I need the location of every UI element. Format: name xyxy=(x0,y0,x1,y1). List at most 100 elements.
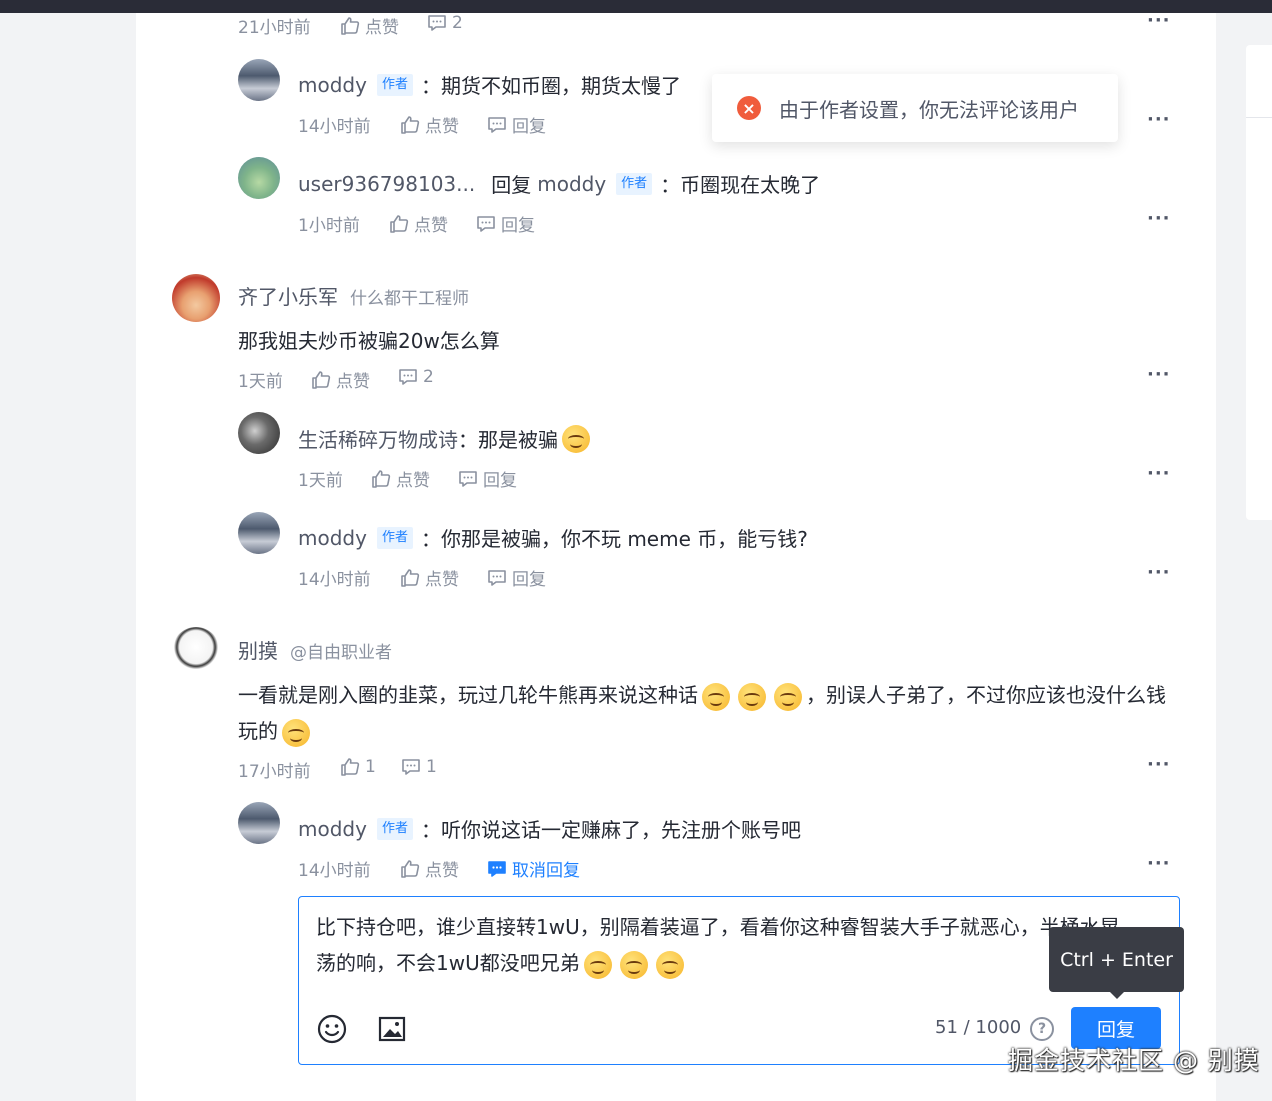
more-options-button[interactable]: ··· xyxy=(1147,208,1171,229)
error-toast: × 由于作者设置，你无法评论该用户 xyxy=(712,74,1118,142)
more-options-button[interactable]: ··· xyxy=(1147,364,1171,385)
comment-text: 那我姐夫炒币被骗20w怎么算 xyxy=(238,329,500,353)
reply-time: 14小时前 xyxy=(298,570,371,590)
comment-filled-icon xyxy=(488,860,506,877)
more-options-button[interactable]: ··· xyxy=(1147,463,1171,484)
reply-button[interactable]: 回复 xyxy=(487,565,546,590)
top-bar xyxy=(0,0,1272,13)
like-button[interactable]: 点赞 xyxy=(389,211,448,236)
author-badge: 作者 xyxy=(376,817,413,840)
comment-text: 一看就是刚入圈的韭菜，玩过几轮牛熊再来说这种话 ，别误人子弟了，不过你应该也没什么… xyxy=(238,677,1178,749)
username[interactable]: 齐了小乐军 xyxy=(238,281,338,310)
comment-header: 齐了小乐军 什么都干工程师 xyxy=(238,281,469,310)
reply-text: ：你那是被骗，你不玩 meme 币，能亏钱? xyxy=(420,527,808,551)
reply-input[interactable]: 比下持仓吧，谁少直接转1wU，别隔着装逼了，看着你这种睿智装大手子就恶心，半桶水… xyxy=(316,909,1166,981)
username[interactable]: moddy xyxy=(298,817,367,841)
username[interactable]: 生活稀碎万物成诗 xyxy=(298,424,458,453)
more-options-button[interactable]: ··· xyxy=(1147,562,1171,583)
comment-icon xyxy=(428,15,446,31)
thumbs-up-icon xyxy=(341,16,360,35)
like-button[interactable]: 点赞 xyxy=(400,565,459,590)
reply-text: ：听你说这话一定赚麻了，先注册个账号吧 xyxy=(420,818,801,842)
like-button[interactable]: 点赞 xyxy=(311,367,370,392)
avatar[interactable] xyxy=(238,157,280,199)
like-label: 点赞 xyxy=(425,861,459,881)
reply-content: user936798103... 回复 moddy 作者 ：币圈现在太晚了 xyxy=(298,169,820,198)
reply-text: ：期货不如币圈，期货太慢了 xyxy=(420,74,681,98)
comment-text-part: ，别误人子弟了，不过你应该也没什 xyxy=(806,683,1126,707)
reply-to-username[interactable]: moddy xyxy=(537,172,606,196)
author-badge: 作者 xyxy=(376,73,413,96)
avatar[interactable] xyxy=(238,512,280,554)
emoji-picker-button[interactable] xyxy=(316,1013,348,1045)
reply-button[interactable]: 回复 xyxy=(487,112,546,137)
watermark: 掘金技术社区 @ 别摸 xyxy=(1008,1046,1260,1075)
comment-time: 1天前 xyxy=(238,372,283,392)
more-options-button[interactable]: ··· xyxy=(1147,754,1171,775)
comment-icon xyxy=(488,569,506,586)
right-sidebar-card xyxy=(1246,45,1272,520)
comment-icon xyxy=(402,759,420,775)
help-icon[interactable]: ? xyxy=(1030,1017,1054,1041)
avatar[interactable] xyxy=(172,274,220,322)
username[interactable]: moddy xyxy=(298,526,367,550)
comment-header: 别摸 @自由职业者 xyxy=(238,635,392,664)
like-label: 点赞 xyxy=(336,372,370,392)
like-button[interactable]: 点赞 xyxy=(340,13,399,38)
user-title: 什么都干工程师 xyxy=(350,289,469,309)
like-label: 点赞 xyxy=(365,18,399,38)
like-button[interactable]: 点赞 xyxy=(400,112,459,137)
smile-emoji-icon xyxy=(583,950,612,979)
reply-content: moddy 作者 ：你那是被骗，你不玩 meme 币，能亏钱? xyxy=(298,523,808,552)
username[interactable]: user936798103... xyxy=(298,172,475,196)
comment-count-button[interactable]: 1 xyxy=(401,757,437,777)
avatar[interactable] xyxy=(238,802,280,844)
thumbs-up-icon xyxy=(401,859,420,878)
reply-time: 14小时前 xyxy=(298,117,371,137)
reply-editor[interactable]: 比下持仓吧，谁少直接转1wU，别隔着装逼了，看着你这种睿智装大手子就恶心，半桶水… xyxy=(298,896,1180,1065)
reply-input-line: 荡的响，不会1wU都没吧兄弟 xyxy=(316,951,580,975)
thumbs-up-icon xyxy=(372,469,391,488)
avatar[interactable] xyxy=(238,59,280,101)
username[interactable]: moddy xyxy=(298,73,367,97)
like-button[interactable]: 点赞 xyxy=(400,856,459,881)
avatar[interactable] xyxy=(172,627,220,675)
reply-button[interactable]: 回复 xyxy=(476,211,535,236)
comment-icon xyxy=(488,116,506,133)
image-upload-button[interactable] xyxy=(376,1013,408,1045)
more-options-button[interactable]: ··· xyxy=(1147,853,1171,874)
comment-icon xyxy=(459,470,477,487)
username[interactable]: 别摸 xyxy=(238,635,278,664)
avatar[interactable] xyxy=(238,412,280,454)
comment-text-part: 一看就是刚入圈的韭菜，玩过几轮牛熊再来说这种话 xyxy=(238,683,698,707)
like-count: 1 xyxy=(365,757,376,777)
image-icon xyxy=(378,1016,406,1042)
comment-time: 17小时前 xyxy=(238,762,311,782)
reply-label: 回复 xyxy=(512,117,546,137)
reply-to-label: 回复 xyxy=(491,173,532,197)
smile-emoji-icon xyxy=(702,682,730,711)
smiley-icon xyxy=(317,1014,347,1044)
user-title: @自由职业者 xyxy=(290,643,392,663)
like-button[interactable]: 1 xyxy=(340,757,376,777)
smile-emoji-icon xyxy=(738,682,766,711)
more-options-button[interactable]: ··· xyxy=(1147,10,1171,31)
reply-button[interactable]: 回复 xyxy=(458,466,517,491)
thumbs-up-icon xyxy=(341,758,360,776)
toast-message: 由于作者设置，你无法评论该用户 xyxy=(779,97,1079,122)
like-label: 点赞 xyxy=(425,117,459,137)
like-button[interactable]: 点赞 xyxy=(371,466,430,491)
thumbs-up-icon xyxy=(401,568,420,587)
like-label: 点赞 xyxy=(425,570,459,590)
comment-count: 2 xyxy=(423,367,434,387)
comment-count: 2 xyxy=(452,13,463,33)
thumbs-up-icon xyxy=(401,115,420,134)
comment-count-button[interactable]: 2 xyxy=(398,367,434,387)
comment-count: 1 xyxy=(426,757,437,777)
cancel-reply-button[interactable]: 取消回复 xyxy=(487,856,580,881)
author-badge: 作者 xyxy=(376,526,413,549)
more-options-button[interactable]: ··· xyxy=(1147,109,1171,130)
reply-label: 回复 xyxy=(501,216,535,236)
like-label: 点赞 xyxy=(396,471,430,491)
comment-count-button[interactable]: 2 xyxy=(427,13,463,33)
